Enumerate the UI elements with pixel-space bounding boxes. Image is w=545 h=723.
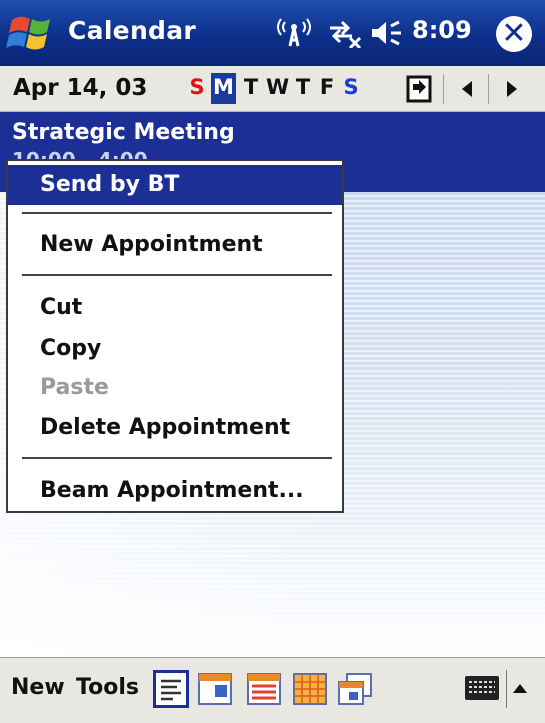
date-label[interactable]: Apr 14, 03 [13,75,147,101]
day-thursday[interactable]: T [292,75,314,99]
day-friday[interactable]: F [316,75,338,99]
title-bar: Calendar 8:09 ✕ [0,0,545,66]
new-menu-button[interactable]: New [11,675,65,700]
windows-start-logo[interactable] [6,10,58,58]
menu-item-paste: Paste [40,375,109,400]
close-icon: ✕ [501,16,527,51]
close-button[interactable]: ✕ [496,16,532,52]
day-monday[interactable]: M [211,73,236,104]
clock[interactable]: 8:09 [412,16,472,44]
menu-separator [22,212,332,214]
day-tuesday[interactable]: T [240,75,262,99]
nav-separator [488,74,489,104]
sip-separator [506,670,507,708]
app-title: Calendar [68,16,197,45]
week-view-icon[interactable] [246,670,282,708]
go-to-today-icon [406,75,432,103]
speaker-icon[interactable] [368,18,404,48]
bottom-menu-bar: New Tools [0,657,545,723]
menu-item-beam-appointment[interactable]: Beam Appointment... [8,473,342,509]
tools-menu-button[interactable]: Tools [76,675,139,700]
agenda-view-icon[interactable] [153,670,189,708]
keyboard-icon[interactable] [464,672,500,704]
context-menu: Send by BT New Appointment Cut Copy Past… [6,159,344,513]
day-wednesday[interactable]: W [266,75,289,99]
day-sunday[interactable]: S [186,75,208,99]
next-day-button[interactable] [497,72,527,106]
prev-day-button[interactable] [452,72,482,106]
menu-item-cut[interactable]: Cut [8,290,342,326]
input-panel-arrow-icon[interactable] [513,684,527,693]
menu-item-new-appointment[interactable]: New Appointment [8,227,342,263]
year-view-icon[interactable] [337,670,373,708]
month-view-icon[interactable] [292,670,328,708]
menu-separator [22,457,332,459]
connectivity-icon[interactable] [326,18,362,48]
menu-separator [22,274,332,276]
day-view-icon[interactable] [197,670,233,708]
menu-item-copy[interactable]: Copy [8,331,342,367]
menu-item-delete-appointment[interactable]: Delete Appointment [8,410,342,446]
day-saturday[interactable]: S [340,75,362,99]
menu-item-send-by-bt[interactable]: Send by BT [8,165,342,205]
appointment-title: Strategic Meeting [12,120,235,145]
prev-arrow-icon [462,81,472,97]
nav-separator [443,74,444,104]
date-nav-bar: Apr 14, 03 S M T W T F S [0,66,545,112]
next-arrow-icon [507,81,517,97]
signal-icon[interactable] [276,18,312,48]
go-to-today-button[interactable] [404,72,434,106]
